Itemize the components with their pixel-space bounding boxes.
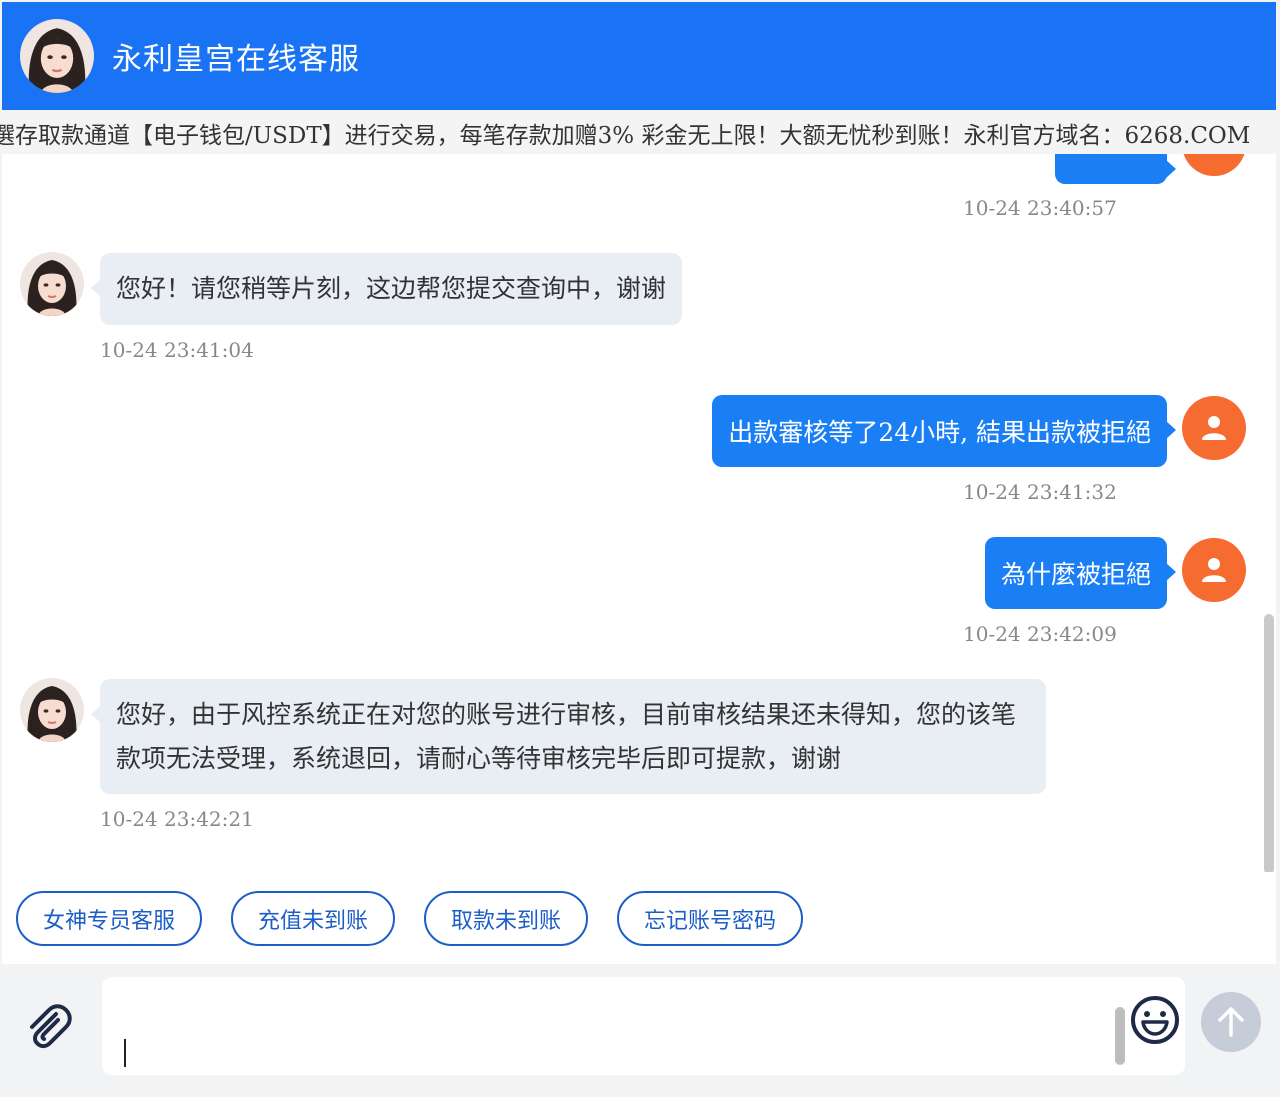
agent-avatar bbox=[20, 252, 84, 316]
user-avatar bbox=[1182, 154, 1246, 176]
person-icon bbox=[1202, 558, 1226, 582]
chat-header: 永利皇宫在线客服 bbox=[2, 2, 1276, 110]
header-title: 永利皇宫在线客服 bbox=[112, 42, 360, 77]
marquee-text: 選存取款通道【电子钱包/USDT】进行交易，每笔存款加赠3% 彩金无上限！大额无… bbox=[0, 123, 1251, 149]
message-timestamp: 10-24 23:40:57 bbox=[963, 196, 1117, 220]
chat-window[interactable]: 10-24 23:40:57 您好！请您稍等片刻，这边帮您提交查询中，谢谢 10… bbox=[2, 154, 1276, 872]
user-avatar bbox=[1182, 396, 1246, 460]
smiley-icon[interactable] bbox=[1129, 994, 1181, 1046]
arrow-up-icon bbox=[1218, 1007, 1244, 1037]
chat-scrollbar[interactable] bbox=[1264, 614, 1274, 872]
paperclip-icon[interactable] bbox=[22, 1000, 74, 1052]
quick-reply-bar: 女神专员客服 充值未到账 取款未到账 忘记账号密码 bbox=[2, 872, 1276, 964]
text-caret bbox=[124, 1039, 126, 1067]
message-timestamp: 10-24 23:42:21 bbox=[100, 807, 254, 831]
message-input[interactable] bbox=[102, 977, 1185, 1075]
quick-reply-button[interactable]: 取款未到账 bbox=[424, 891, 588, 946]
quick-reply-button[interactable]: 充值未到账 bbox=[231, 891, 395, 946]
user-message-bubble bbox=[1055, 154, 1176, 184]
user-message-bubble: 出款審核等了24小時, 結果出款被拒絕 bbox=[712, 395, 1176, 467]
composer bbox=[0, 964, 1280, 1097]
agent-message-bubble: 您好，由于风控系统正在对您的账号进行审核，目前审核结果还未得知，您的该笔款项无法… bbox=[91, 679, 1046, 794]
agent-avatar bbox=[20, 678, 84, 742]
quick-reply-button[interactable]: 忘记账号密码 bbox=[617, 891, 803, 946]
agent-avatar bbox=[20, 19, 94, 93]
user-avatar bbox=[1182, 538, 1246, 602]
person-icon bbox=[1202, 416, 1226, 440]
message-timestamp: 10-24 23:41:32 bbox=[963, 480, 1117, 504]
quick-reply-button[interactable]: 女神专员客服 bbox=[16, 891, 202, 946]
announcement-marquee: 選存取款通道【电子钱包/USDT】进行交易，每笔存款加赠3% 彩金无上限！大额无… bbox=[0, 110, 1280, 154]
input-scrollbar[interactable] bbox=[1115, 1007, 1125, 1065]
message-timestamp: 10-24 23:41:04 bbox=[100, 338, 254, 362]
agent-message-bubble: 您好！请您稍等片刻，这边帮您提交查询中，谢谢 bbox=[90, 253, 683, 325]
user-message-bubble: 為什麼被拒絕 bbox=[984, 537, 1177, 609]
message-timestamp: 10-24 23:42:09 bbox=[963, 622, 1117, 646]
send-button[interactable] bbox=[1201, 992, 1261, 1052]
